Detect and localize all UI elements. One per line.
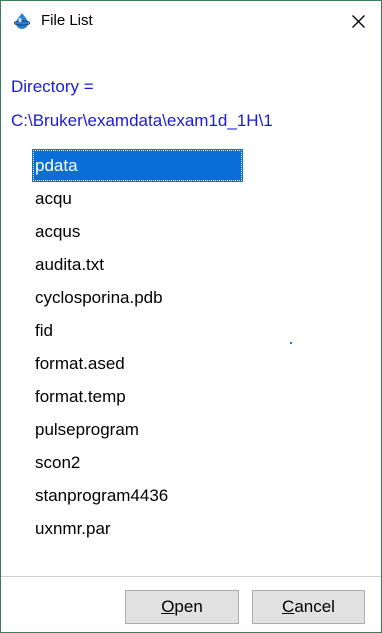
file-name: acqu: [35, 189, 72, 208]
file-item[interactable]: cyclosporina.pdb: [32, 281, 272, 314]
file-name: acqus: [35, 222, 81, 241]
file-name: uxnmr.par: [35, 519, 111, 538]
file-list-dialog: File List Directory = C:\Bruker\examdata…: [0, 0, 382, 633]
file-item[interactable]: fid: [32, 314, 272, 347]
title-bar[interactable]: File List: [1, 1, 381, 41]
file-list: pdata acqu acqus audita.txt cyclosporina…: [32, 149, 272, 545]
stray-dot: [290, 342, 292, 344]
file-item[interactable]: format.ased: [32, 347, 272, 380]
file-name: format.ased: [35, 354, 125, 373]
file-name: pdata: [35, 156, 78, 175]
file-name: stanprogram4436: [35, 486, 169, 505]
file-item[interactable]: uxnmr.par: [32, 512, 272, 545]
cancel-mnemonic: C: [282, 597, 295, 616]
file-name: format.temp: [35, 387, 126, 406]
file-item[interactable]: pdata: [32, 149, 243, 182]
close-icon: [352, 15, 365, 28]
window-title: File List: [41, 12, 93, 29]
directory-label: Directory =: [11, 77, 94, 96]
file-item[interactable]: acqus: [32, 215, 272, 248]
open-label-rest: pen: [174, 597, 203, 616]
file-item[interactable]: scon2: [32, 446, 272, 479]
footer-divider: [1, 576, 381, 577]
file-name: fid: [35, 321, 53, 340]
close-button[interactable]: [335, 1, 381, 41]
file-item[interactable]: pulseprogram: [32, 413, 272, 446]
file-name: pulseprogram: [35, 420, 139, 439]
open-mnemonic: O: [161, 597, 175, 616]
file-item[interactable]: acqu: [32, 182, 272, 215]
cancel-label-rest: ancel: [294, 597, 335, 616]
open-button[interactable]: Open: [125, 590, 239, 624]
bruker-app-icon: [13, 13, 31, 29]
file-item[interactable]: stanprogram4436: [32, 479, 272, 512]
file-name: audita.txt: [35, 255, 104, 274]
directory-path: C:\Bruker\examdata\exam1d_1H\1: [11, 111, 273, 130]
file-name: cyclosporina.pdb: [35, 288, 163, 307]
cancel-button[interactable]: Cancel: [252, 590, 365, 624]
file-item[interactable]: format.temp: [32, 380, 272, 413]
file-name: scon2: [35, 453, 81, 472]
file-item[interactable]: audita.txt: [32, 248, 272, 281]
